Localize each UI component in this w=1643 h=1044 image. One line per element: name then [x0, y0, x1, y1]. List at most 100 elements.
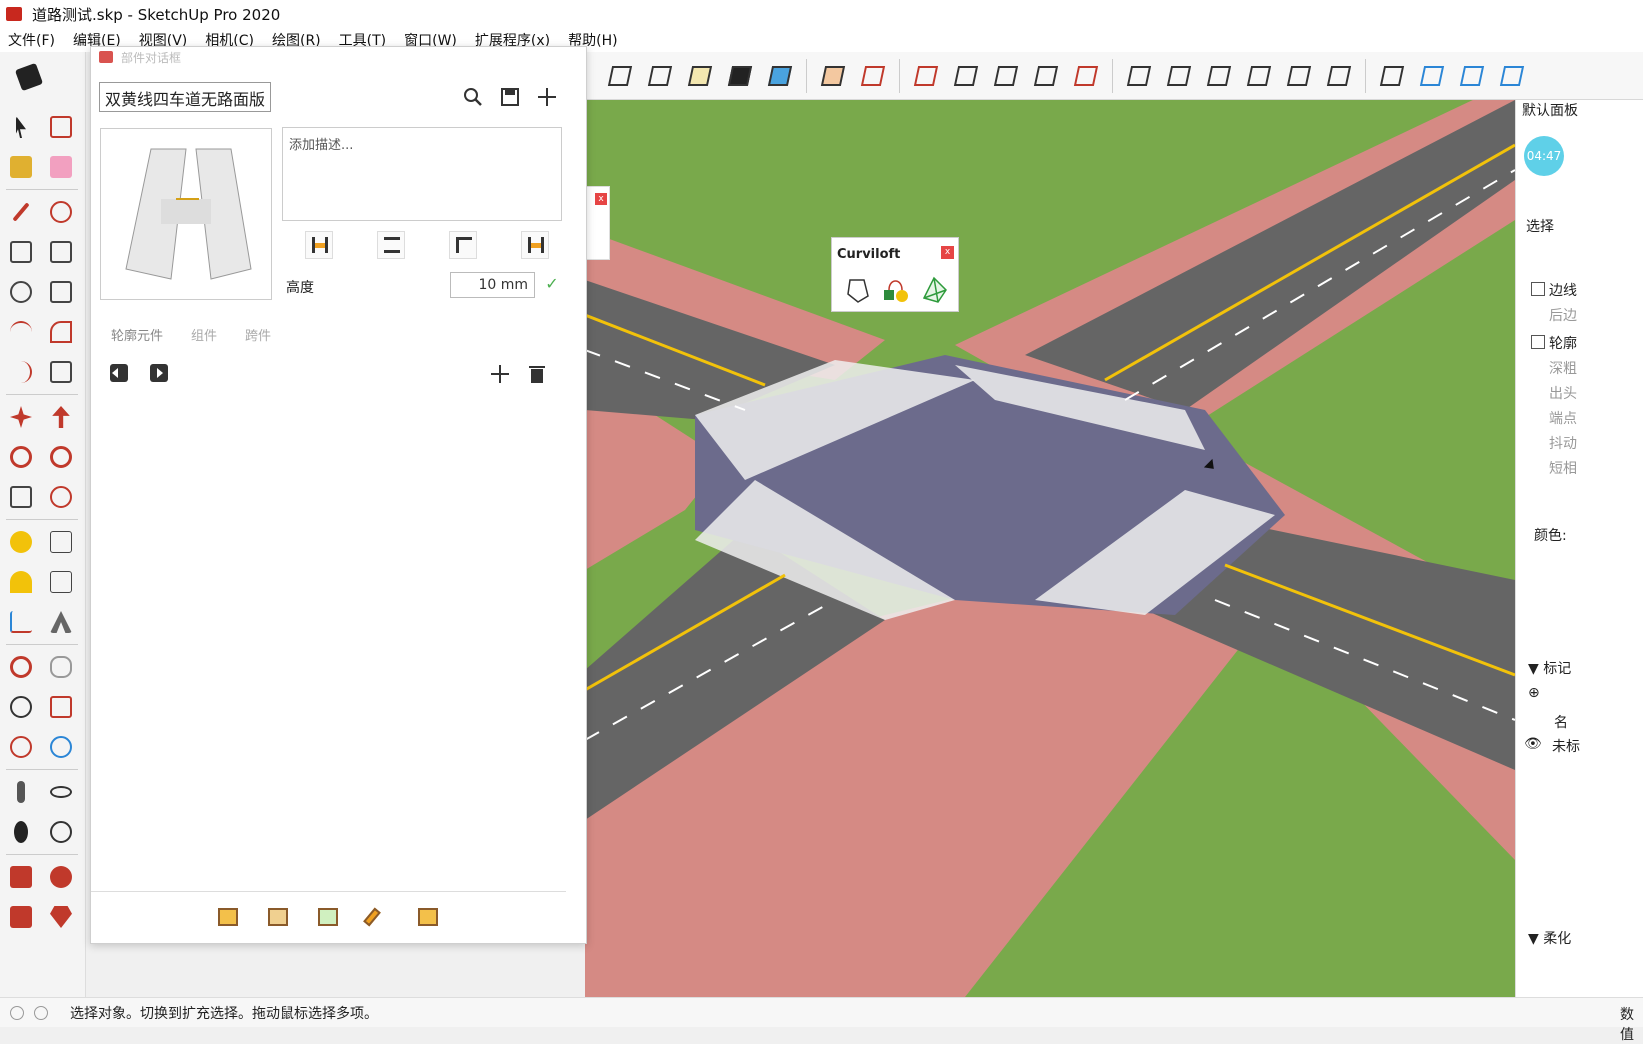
- close-icon[interactable]: x: [595, 193, 607, 205]
- mesh-icon[interactable]: [990, 60, 1022, 92]
- ruby-icon[interactable]: [42, 898, 80, 936]
- paint-bucket-icon[interactable]: [2, 148, 40, 186]
- offset-icon[interactable]: [42, 478, 80, 516]
- polygon-icon[interactable]: [42, 273, 80, 311]
- arc2-icon[interactable]: [2, 353, 40, 391]
- cube-blue2-icon[interactable]: [1456, 60, 1488, 92]
- menu-file[interactable]: 文件(F): [0, 30, 65, 50]
- arc-icon[interactable]: [2, 313, 40, 351]
- door-icon[interactable]: [1163, 60, 1195, 92]
- sandbox-icon[interactable]: [817, 60, 849, 92]
- visibility-eye-icon[interactable]: 👁: [1524, 736, 1542, 752]
- push-pull-icon[interactable]: [42, 398, 80, 436]
- split-icon[interactable]: [1070, 60, 1102, 92]
- close-icon[interactable]: x: [941, 246, 954, 259]
- description-field[interactable]: 添加描述...: [282, 127, 562, 221]
- grid-icon[interactable]: [857, 60, 889, 92]
- pie-icon[interactable]: [42, 313, 80, 351]
- house-outline-icon[interactable]: [1283, 60, 1315, 92]
- box-icon[interactable]: [604, 60, 636, 92]
- zoom-window-icon[interactable]: [42, 688, 80, 726]
- trash-icon[interactable]: [524, 361, 550, 387]
- scale-icon[interactable]: [2, 478, 40, 516]
- loft-path-icon[interactable]: [882, 276, 910, 304]
- add-tag-icon[interactable]: ⊕: [1528, 685, 1540, 701]
- road-check-icon[interactable]: [314, 903, 344, 931]
- eyedropper-icon[interactable]: [363, 903, 394, 931]
- tab-component[interactable]: 组件: [191, 325, 217, 344]
- walk-icon[interactable]: [2, 813, 40, 851]
- previous-arrow-icon[interactable]: [110, 364, 128, 382]
- house-icon[interactable]: [1123, 60, 1155, 92]
- home-icon[interactable]: [1203, 60, 1235, 92]
- pan-icon[interactable]: [42, 648, 80, 686]
- axis-icon[interactable]: [1376, 60, 1408, 92]
- previous-view-icon[interactable]: [42, 728, 80, 766]
- section-icon[interactable]: [910, 60, 942, 92]
- loft-mesh-icon[interactable]: [920, 276, 948, 304]
- road-marker-icon[interactable]: [414, 903, 444, 931]
- profiles-checkbox[interactable]: [1531, 335, 1545, 349]
- align-center-icon[interactable]: [305, 231, 333, 259]
- align-offset-icon[interactable]: [521, 231, 549, 259]
- component-name-field[interactable]: 双黄线四车道无路面版: [99, 82, 271, 112]
- arc3-icon[interactable]: [42, 353, 80, 391]
- face-icon[interactable]: [644, 60, 676, 92]
- axes-icon[interactable]: [2, 603, 40, 641]
- extension-icon[interactable]: [42, 858, 80, 896]
- look-around-icon[interactable]: [42, 773, 80, 811]
- corner-align-icon[interactable]: [449, 231, 477, 259]
- eraser-large-icon[interactable]: [10, 58, 48, 96]
- paint-icon[interactable]: [764, 60, 796, 92]
- add-icon[interactable]: [534, 84, 560, 110]
- cube-blue3-icon[interactable]: [1496, 60, 1528, 92]
- tape-measure-icon[interactable]: [2, 523, 40, 561]
- add-element-icon[interactable]: [487, 361, 513, 387]
- follow-me-icon[interactable]: [42, 438, 80, 476]
- garage-icon[interactable]: [1323, 60, 1355, 92]
- protractor-icon[interactable]: [2, 563, 40, 601]
- component-icon[interactable]: [42, 108, 80, 146]
- tab-span[interactable]: 跨件: [245, 325, 271, 344]
- position-camera-icon[interactable]: [2, 773, 40, 811]
- 3d-text-icon[interactable]: [42, 603, 80, 641]
- text-icon[interactable]: [42, 563, 80, 601]
- map-icon[interactable]: [1030, 60, 1062, 92]
- search-icon[interactable]: [460, 84, 486, 110]
- eraser-icon[interactable]: [42, 148, 80, 186]
- 3d-viewport[interactable]: [585, 100, 1515, 997]
- freehand-icon[interactable]: [42, 193, 80, 231]
- edges-checkbox[interactable]: [1531, 282, 1545, 296]
- rotate-icon[interactable]: [2, 438, 40, 476]
- section-plane-icon[interactable]: [42, 813, 80, 851]
- tags-section-header[interactable]: ▼ 标记: [1528, 658, 1571, 678]
- select-icon[interactable]: [2, 108, 40, 146]
- loft-skin-icon[interactable]: [844, 276, 872, 304]
- next-arrow-icon[interactable]: [150, 364, 168, 382]
- move-icon[interactable]: [2, 398, 40, 436]
- terrain-icon[interactable]: [950, 60, 982, 92]
- circle-icon[interactable]: [2, 273, 40, 311]
- road-tunnel-icon[interactable]: [264, 903, 294, 931]
- height-field[interactable]: 10 mm: [450, 272, 535, 298]
- road-bridge-icon[interactable]: [214, 903, 244, 931]
- pencil-icon[interactable]: [2, 193, 40, 231]
- rectangle-icon[interactable]: [2, 233, 40, 271]
- align-top-icon[interactable]: [377, 231, 405, 259]
- info-icon[interactable]: [34, 1005, 48, 1020]
- soften-section-header[interactable]: ▼ 柔化: [1528, 928, 1571, 948]
- tab-profile[interactable]: 轮廓元件: [111, 325, 163, 344]
- cube-icon[interactable]: [684, 60, 716, 92]
- dimension-icon[interactable]: [42, 523, 80, 561]
- zoom-extents-icon[interactable]: [2, 728, 40, 766]
- save-icon[interactable]: [497, 84, 523, 110]
- orbit-icon[interactable]: [2, 648, 40, 686]
- confirm-check-icon[interactable]: ✓: [541, 274, 563, 296]
- layers-icon[interactable]: [724, 60, 756, 92]
- zoom-icon[interactable]: [2, 688, 40, 726]
- cube-blue-icon[interactable]: [1416, 60, 1448, 92]
- send-layout-icon[interactable]: [2, 898, 40, 936]
- warehouse-icon[interactable]: [2, 858, 40, 896]
- roof-icon[interactable]: [1243, 60, 1275, 92]
- rotated-rect-icon[interactable]: [42, 233, 80, 271]
